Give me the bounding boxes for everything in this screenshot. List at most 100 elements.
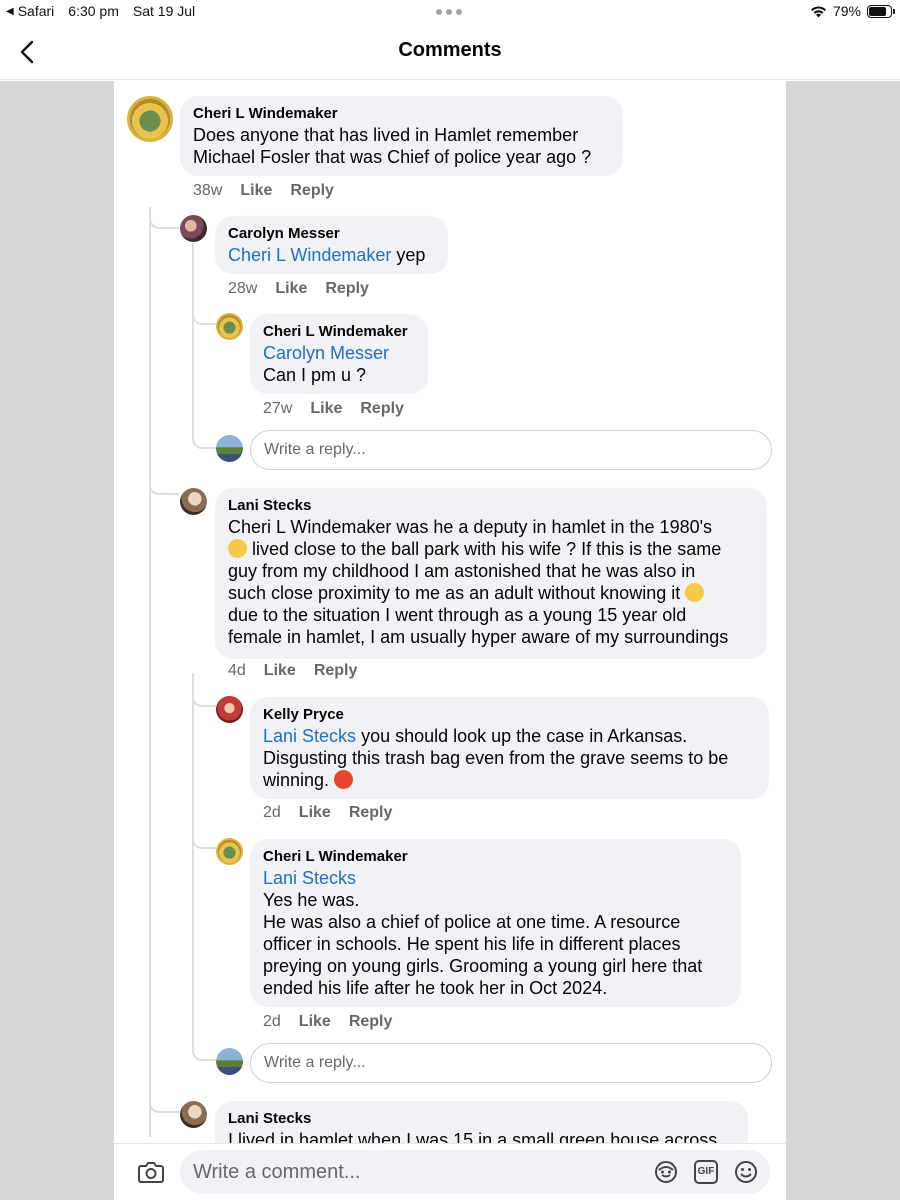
comment-actions: 38w Like Reply xyxy=(193,182,334,200)
header: Comments xyxy=(0,24,900,80)
comment-author[interactable]: Cheri L Windemaker xyxy=(263,847,728,867)
like-button[interactable]: Like xyxy=(299,1013,331,1031)
multitasking-dots-icon[interactable] xyxy=(436,9,462,15)
comment-text-line: Does anyone that has lived in Hamlet rem… xyxy=(193,125,579,145)
status-time: 6:30 pm xyxy=(68,3,119,19)
thread-connector xyxy=(149,1091,179,1113)
reply-button[interactable]: Reply xyxy=(325,280,369,298)
avatar xyxy=(216,1048,243,1075)
avatar[interactable] xyxy=(216,838,243,865)
reply-button[interactable]: Reply xyxy=(314,662,358,680)
comment-author[interactable]: Lani Stecks xyxy=(228,496,754,516)
reply-button[interactable]: Reply xyxy=(360,400,404,418)
comment-time[interactable]: 38w xyxy=(193,182,222,200)
comment-text-line: Michael Fosler that was Chief of police … xyxy=(193,147,592,167)
comment-input-placeholder: Write a comment... xyxy=(193,1161,361,1183)
thread-line xyxy=(149,207,151,1137)
thread-line xyxy=(192,243,194,423)
avatar[interactable] xyxy=(216,696,243,723)
status-right: 79% xyxy=(810,3,895,19)
thread-connector xyxy=(192,683,216,707)
comment-text-line: such close proximity to me as an adult w… xyxy=(228,582,754,604)
comment-text-line: Disgusting this trash bag even from the … xyxy=(263,748,729,768)
thread-connector xyxy=(149,481,179,495)
avatar[interactable] xyxy=(180,215,207,242)
comment-bubble: Cheri L Windemaker Lani Stecks Yes he wa… xyxy=(250,839,741,1007)
comment-time[interactable]: 2d xyxy=(263,804,281,822)
avatar[interactable] xyxy=(180,1101,207,1128)
status-left: ◀ Safari 6:30 pm Sat 19 Jul xyxy=(6,3,195,19)
wifi-icon xyxy=(810,5,826,17)
comment-text: Cheri L Windemaker yep xyxy=(228,244,435,266)
comment-time[interactable]: 4d xyxy=(228,662,246,680)
pensive-face-emoji xyxy=(685,583,705,602)
status-bar: ◀ Safari 6:30 pm Sat 19 Jul 79% xyxy=(0,0,900,24)
comment-time[interactable]: 28w xyxy=(228,280,257,298)
comment-actions: 2d Like Reply xyxy=(263,1013,392,1031)
back-app-label[interactable]: Safari xyxy=(18,3,55,19)
comment-input[interactable]: Write a comment... xyxy=(180,1150,770,1194)
gif-label: GIF xyxy=(697,1166,715,1177)
camera-icon[interactable] xyxy=(138,1161,164,1183)
thread-connector xyxy=(192,1033,216,1061)
page-title: Comments xyxy=(398,39,502,61)
smiley-icon[interactable] xyxy=(734,1160,758,1184)
mention-link[interactable]: Lani Stecks xyxy=(263,867,728,889)
comment-actions: 27w Like Reply xyxy=(263,400,404,418)
avatar-sticker-icon[interactable] xyxy=(654,1160,678,1184)
avatar[interactable] xyxy=(127,96,173,142)
comment-text-line: due to the situation I went through as a… xyxy=(228,605,687,625)
comments-list[interactable]: Cheri L Windemaker Does anyone that has … xyxy=(114,81,786,1200)
reply-input[interactable]: Write a reply... xyxy=(250,1043,772,1083)
thread-connector xyxy=(192,825,216,849)
thread-connector xyxy=(192,303,216,325)
comment-author[interactable]: Kelly Pryce xyxy=(263,705,756,725)
comment-text-line: preying on young girls. Grooming a young… xyxy=(263,956,703,976)
comment-text-line: guy from my childhood I am astonished th… xyxy=(228,561,696,581)
like-button[interactable]: Like xyxy=(275,280,307,298)
avatar xyxy=(216,435,243,462)
comment-author[interactable]: Cheri L Windemaker xyxy=(193,104,610,124)
reply-input[interactable]: Write a reply... xyxy=(250,430,772,470)
mention-link[interactable]: Lani Stecks xyxy=(263,726,356,746)
gif-icon[interactable]: GIF xyxy=(694,1160,718,1184)
like-button[interactable]: Like xyxy=(310,400,342,418)
like-button[interactable]: Like xyxy=(264,662,296,680)
comment-actions: 2d Like Reply xyxy=(263,804,392,822)
angry-face-emoji xyxy=(334,770,354,789)
mention-link[interactable]: Cheri L Windemaker xyxy=(228,245,391,265)
comment-bubble: Carolyn Messer Cheri L Windemaker yep xyxy=(215,216,448,274)
comment-text-line: female in hamlet, I am usually hyper awa… xyxy=(228,627,729,647)
comment-text-line: Lani Stecks you should look up the case … xyxy=(263,726,688,746)
neutral-face-emoji xyxy=(228,539,247,558)
comment-author[interactable]: Cheri L Windemaker xyxy=(263,322,415,342)
avatar[interactable] xyxy=(180,488,207,515)
comment-bubble: Kelly Pryce Lani Stecks you should look … xyxy=(250,697,769,799)
comment-time[interactable]: 2d xyxy=(263,1013,281,1031)
reply-button[interactable]: Reply xyxy=(290,182,334,200)
status-date: Sat 19 Jul xyxy=(132,3,196,19)
avatar[interactable] xyxy=(216,313,243,340)
comment-actions: 4d Like Reply xyxy=(228,662,357,680)
mention-link[interactable]: Carolyn Messer xyxy=(263,342,415,364)
left-gutter xyxy=(0,81,114,1200)
thread-connector xyxy=(149,207,179,229)
comment-author[interactable]: Lani Stecks xyxy=(228,1109,735,1129)
reply-button[interactable]: Reply xyxy=(349,1013,393,1031)
reply-button[interactable]: Reply xyxy=(349,804,393,822)
comment-bubble: Cheri L Windemaker Does anyone that has … xyxy=(180,96,623,176)
comment-composer: Write a comment... GIF xyxy=(114,1143,786,1200)
comment-bubble: Cheri L Windemaker Carolyn Messer Can I … xyxy=(250,314,428,394)
thread-line xyxy=(192,673,194,1033)
battery-icon xyxy=(867,4,895,18)
comment-text-line: ended his life after he took her in Oct … xyxy=(263,978,608,998)
comment-time[interactable]: 27w xyxy=(263,400,292,418)
comment-actions: 28w Like Reply xyxy=(228,280,369,298)
like-button[interactable]: Like xyxy=(299,804,331,822)
comment-text-line: Yes he was. xyxy=(263,890,360,910)
comment-text-line: winning. xyxy=(263,769,756,791)
back-to-app-icon[interactable]: ◀ xyxy=(6,6,14,17)
comment-author[interactable]: Carolyn Messer xyxy=(228,224,435,244)
comment-bubble: Lani Stecks Cheri L Windemaker was he a … xyxy=(215,488,767,659)
like-button[interactable]: Like xyxy=(240,182,272,200)
